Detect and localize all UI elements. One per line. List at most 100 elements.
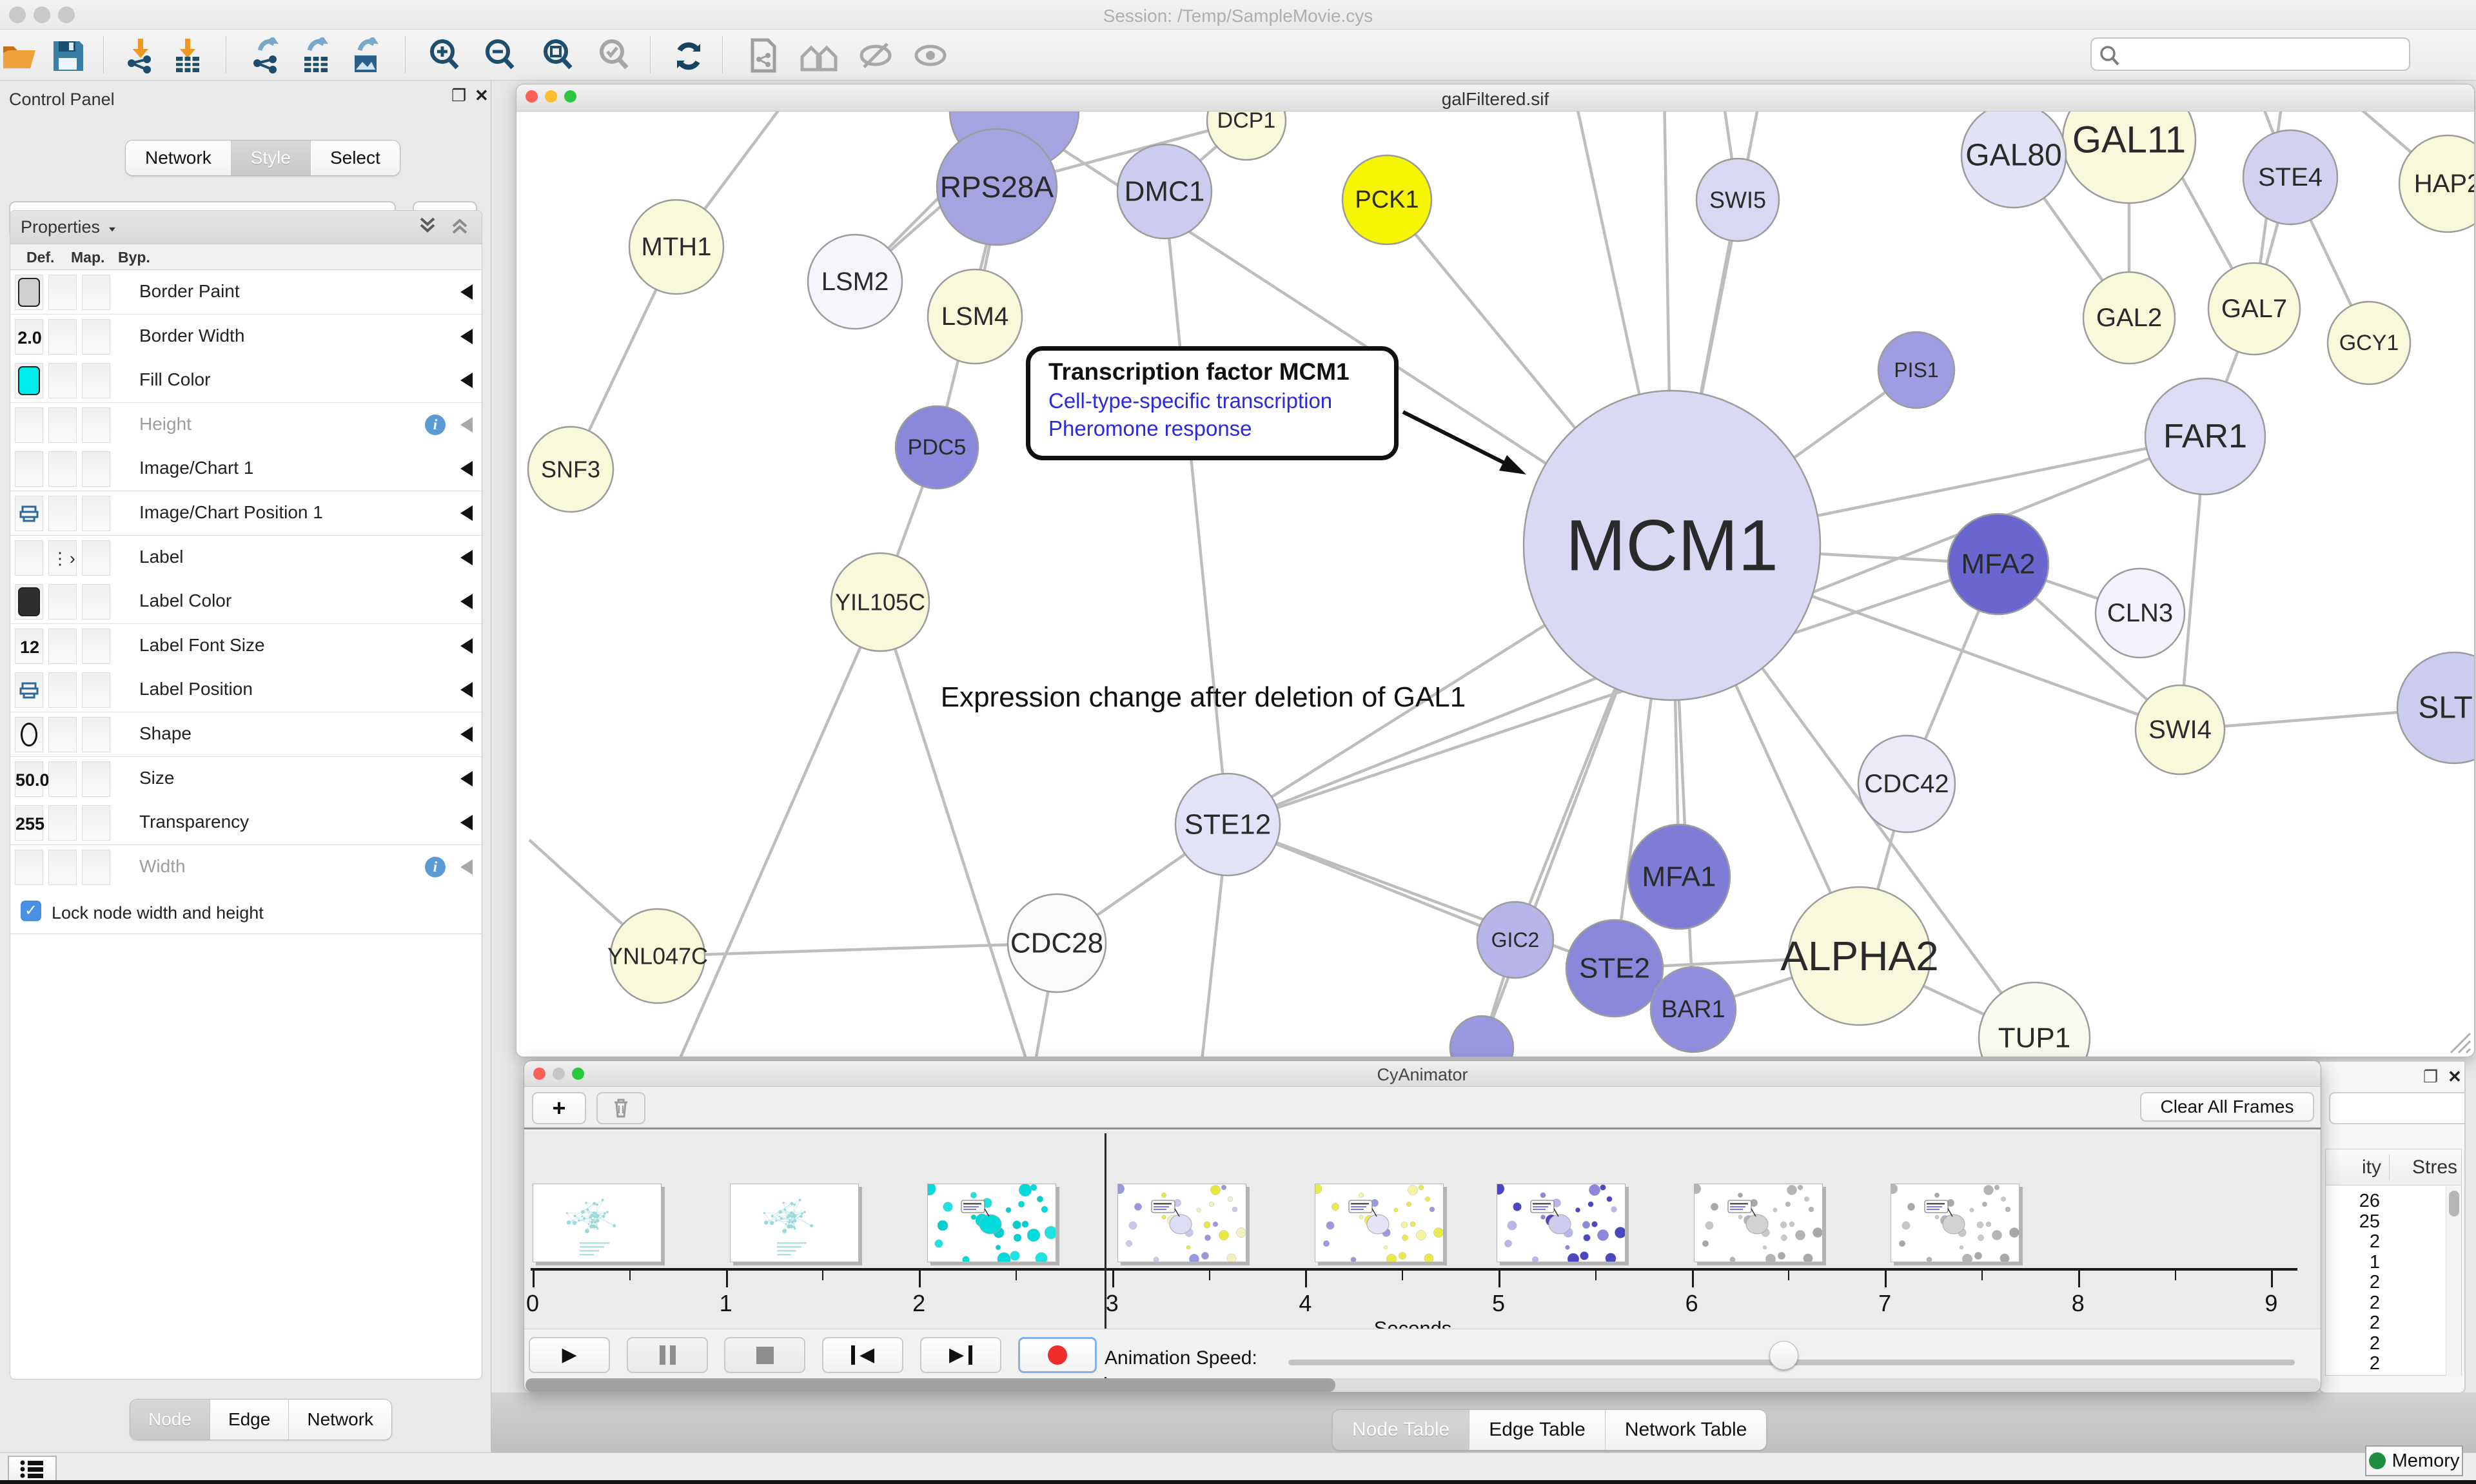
expand-arrow-icon[interactable] [460, 727, 473, 742]
default-swatch[interactable] [18, 366, 40, 395]
network-node-PDC5[interactable]: PDC5 [896, 406, 978, 489]
bypass-cell[interactable] [82, 805, 110, 841]
frame-thumbnail-3[interactable] [1117, 1184, 1246, 1262]
search-box[interactable] [2090, 37, 2410, 71]
tab-edge-table[interactable]: Edge Table [1469, 1410, 1606, 1450]
network-node-SWI4[interactable]: SWI4 [2136, 685, 2225, 774]
column-divider[interactable] [2389, 1155, 2390, 1180]
tab-style[interactable]: Style [231, 141, 311, 175]
save-icon[interactable] [50, 37, 86, 73]
network-edge[interactable] [658, 943, 1057, 956]
network-node-MFA1[interactable]: MFA1 [1628, 825, 1730, 929]
default-swatch[interactable] [18, 587, 40, 616]
tab-edge[interactable]: Edge [210, 1400, 289, 1440]
mapping-cell[interactable] [48, 629, 77, 664]
table-toolbar-button[interactable] [2329, 1092, 2466, 1124]
network-node-RPS28A[interactable]: RPS28A [937, 129, 1057, 245]
network-node-LSM4[interactable]: LSM4 [928, 269, 1022, 364]
network-node-YIL105C[interactable]: YIL105C [831, 553, 929, 651]
tab-network-style[interactable]: Network [289, 1400, 391, 1440]
frame-thumbnail-4[interactable] [1315, 1184, 1444, 1262]
default-cell[interactable] [15, 540, 43, 576]
info-icon[interactable]: i [425, 857, 446, 877]
property-row-label[interactable]: ⋮›Label [10, 536, 482, 580]
network-node-SWI5[interactable]: SWI5 [1696, 159, 1779, 241]
expand-arrow-icon[interactable] [460, 550, 473, 565]
default-cell[interactable]: 12 [15, 629, 43, 664]
zoom-fit-icon[interactable] [540, 37, 576, 73]
mapping-cell[interactable] [48, 451, 77, 487]
property-row-border-paint[interactable]: Border Paint [10, 270, 482, 315]
default-cell[interactable] [15, 407, 43, 443]
bypass-cell[interactable] [82, 672, 110, 708]
property-row-label-position[interactable]: Label Position [10, 668, 482, 712]
import-network-icon[interactable] [123, 37, 159, 73]
discrete-mapping-icon[interactable]: ⋮› [52, 549, 77, 569]
skip-to-start-button[interactable]: ◀ [822, 1337, 903, 1373]
expand-arrow-icon[interactable] [460, 373, 473, 388]
zoom-selected-icon[interactable] [596, 37, 633, 73]
clear-all-frames-button[interactable]: Clear All Frames [2140, 1092, 2314, 1122]
network-node-DCP1[interactable]: DCP1 [1207, 112, 1286, 160]
mapping-cell[interactable] [48, 805, 77, 841]
frame-thumbnail-5[interactable] [1497, 1184, 1626, 1262]
bypass-cell[interactable] [82, 850, 110, 885]
expand-arrow-icon[interactable] [460, 682, 473, 698]
network-node-TUP1[interactable]: TUP1 [1979, 982, 2090, 1057]
network-node-GIC2[interactable]: GIC2 [1477, 902, 1553, 978]
property-row-border-width[interactable]: 2.0Border Width [10, 315, 482, 359]
default-swatch[interactable] [18, 278, 40, 307]
default-cell[interactable] [15, 584, 43, 620]
play-button[interactable]: ▶ [529, 1337, 610, 1373]
timeline-scrollbar[interactable] [526, 1378, 2321, 1392]
expand-arrow-icon[interactable] [460, 461, 473, 476]
bypass-cell[interactable] [82, 496, 110, 531]
default-cell[interactable] [15, 717, 43, 752]
stop-button[interactable] [724, 1337, 805, 1373]
resize-grip[interactable] [2446, 1028, 2471, 1054]
column-header[interactable]: Stres [2412, 1157, 2457, 1178]
clone-network-icon[interactable] [745, 37, 781, 73]
network-window-titlebar[interactable]: galFiltered.sif [516, 84, 2474, 112]
table-cell[interactable]: 1 [2326, 1252, 2380, 1273]
network-node-LSM2[interactable]: LSM2 [808, 235, 902, 329]
property-row-fill-color[interactable]: Fill Color [10, 358, 482, 403]
default-cell[interactable] [15, 451, 43, 487]
hide-icon[interactable] [858, 37, 894, 73]
float-panel-icon[interactable]: ❐ [451, 86, 466, 106]
expand-arrow-icon[interactable] [460, 638, 473, 654]
table-cell[interactable]: 2 [2326, 1353, 2380, 1374]
zoom-in-icon[interactable] [427, 37, 463, 73]
bypass-cell[interactable] [82, 717, 110, 752]
export-image-icon[interactable] [348, 37, 384, 73]
expand-arrow-icon[interactable] [460, 815, 473, 830]
open-folder-icon[interactable] [1, 37, 37, 73]
default-cell[interactable]: 255 [15, 805, 43, 841]
table-cell[interactable]: 2 [2326, 1293, 2380, 1314]
frame-thumbnail-1[interactable] [730, 1184, 859, 1262]
tab-network[interactable]: Network [126, 141, 231, 175]
mapping-cell[interactable] [48, 584, 77, 620]
mapping-cell[interactable] [48, 363, 77, 398]
annotation-box[interactable]: Transcription factor MCM1 Cell-type-spec… [1026, 346, 1399, 460]
property-row-width[interactable]: Widthi [10, 845, 482, 890]
property-row-label-font-size[interactable]: 12Label Font Size [10, 624, 482, 669]
bypass-cell[interactable] [82, 407, 110, 443]
network-node-NODE-X[interactable] [1450, 1016, 1513, 1057]
table-cell[interactable]: 26 [2326, 1191, 2380, 1212]
network-node-GCY1[interactable]: GCY1 [2328, 302, 2410, 384]
expand-arrow-icon[interactable] [460, 505, 473, 521]
cyanimator-titlebar[interactable]: CyAnimator [524, 1061, 2321, 1087]
delete-frame-button[interactable] [596, 1092, 645, 1124]
frame-thumbnail-2[interactable] [927, 1184, 1056, 1262]
show-icon[interactable] [912, 37, 948, 73]
bypass-cell[interactable] [82, 761, 110, 797]
table-cell[interactable]: 25 [2326, 1211, 2380, 1233]
bypass-cell[interactable] [82, 540, 110, 576]
tab-node[interactable]: Node [130, 1400, 210, 1440]
network-canvas[interactable]: DCP1RPS28ADMC1PCK1SWI5GAL11GAL80STE4HAP2… [516, 112, 2475, 1057]
table-cell[interactable]: 2 [2326, 1333, 2380, 1354]
float-panel-icon[interactable]: ❐ [2423, 1067, 2438, 1087]
expand-arrow-icon[interactable] [460, 329, 473, 344]
record-button[interactable] [1018, 1337, 1097, 1373]
